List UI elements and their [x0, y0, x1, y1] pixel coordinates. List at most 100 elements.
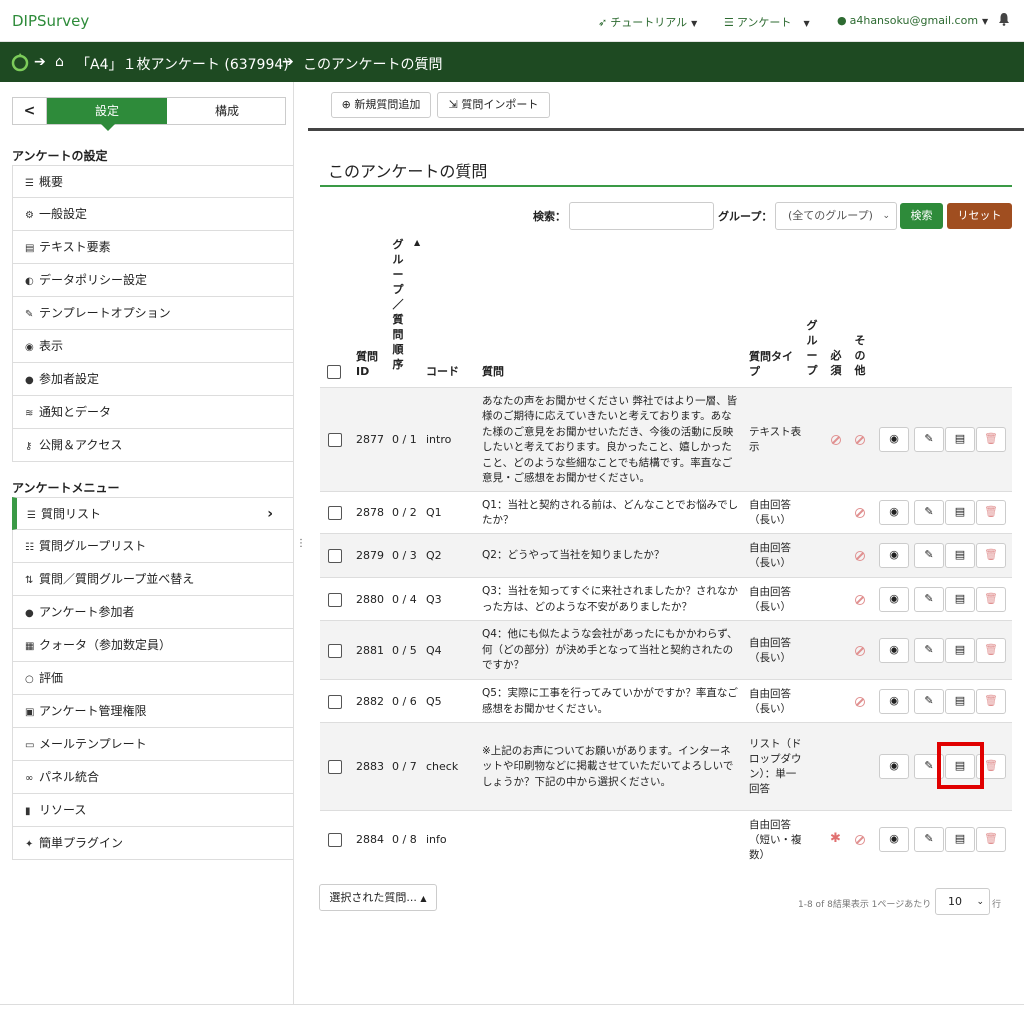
breadcrumb-survey[interactable]: 「A4」１枚アンケート (637994) [76, 54, 289, 74]
question-type: 自由回答（長い） [749, 687, 791, 715]
preview-button[interactable]: ◉ [879, 543, 909, 568]
list-icon: ☷ [25, 542, 34, 553]
preview-button[interactable]: ◉ [879, 754, 909, 779]
lock-icon: ▣ [25, 707, 35, 718]
sidebar-item-participants[interactable]: ● アンケート参加者 [12, 596, 294, 629]
delete-button[interactable]: 🗑 [976, 427, 1006, 452]
select-all-checkbox[interactable] [327, 365, 341, 379]
preview-button[interactable]: ◉ [879, 586, 909, 612]
delete-button[interactable]: 🗑 [976, 688, 1006, 714]
edit-button[interactable]: ✎ [914, 586, 944, 612]
question-order: 0 / 1 [392, 433, 417, 446]
summary-button[interactable]: ▤ [945, 500, 975, 525]
delete-button[interactable]: 🗑 [976, 500, 1006, 525]
summary-button[interactable]: ▤ [945, 543, 975, 568]
pencil-icon: ✎ [924, 548, 934, 561]
sidebar-item-reorder[interactable]: ⇅ 質問／質問グループ並べ替え [12, 563, 294, 596]
limesurvey-logo-icon[interactable] [10, 52, 30, 72]
sidebar-item-presentation[interactable]: ◉ 表示 [12, 330, 294, 363]
preview-button[interactable]: ◉ [879, 827, 909, 852]
page-size-select[interactable]: 10 ⌄ [935, 888, 990, 915]
row-checkbox[interactable] [328, 433, 342, 447]
tab-settings[interactable]: 設定 [47, 98, 167, 131]
sidebar-item-notifications[interactable]: ≋ 通知とデータ [12, 396, 294, 429]
sidebar-item-group-list[interactable]: ☷ 質問グループリスト [12, 530, 294, 563]
delete-button[interactable]: 🗑 [976, 637, 1006, 663]
sidebar-item-assessments[interactable]: ○ 評価 [12, 662, 294, 695]
search-button[interactable]: 検索 [900, 203, 943, 229]
sidebar-item-resources[interactable]: ▮ リソース [12, 794, 294, 827]
user-menu[interactable]: ● a4hansoku@gmail.com ▼ [837, 14, 988, 27]
brand-logo[interactable]: DIPSurvey [12, 12, 89, 30]
sidebar-resize-handle[interactable]: ⋮ [296, 538, 306, 549]
header-other[interactable]: その他 [853, 333, 867, 378]
preview-button[interactable]: ◉ [879, 688, 909, 714]
row-checkbox[interactable] [328, 643, 342, 658]
summary-button[interactable]: ▤ [945, 427, 975, 452]
edit-button[interactable]: ✎ [914, 543, 944, 568]
sidebar-item-plugins[interactable]: ✦ 簡単プラグイン [12, 827, 294, 860]
sidebar-item-panel-integration[interactable]: ∞ パネル統合 [12, 761, 294, 794]
delete-button[interactable]: 🗑 [976, 586, 1006, 612]
reset-button[interactable]: リセット [947, 203, 1012, 229]
sidebar-item-text-elements[interactable]: ▤ テキスト要素 [12, 231, 294, 264]
row-checkbox[interactable] [328, 760, 342, 774]
summary-button[interactable]: ▤ [945, 637, 975, 663]
edit-button[interactable]: ✎ [914, 427, 944, 452]
selected-questions-button[interactable]: 選択された質問... ▲ [319, 884, 437, 911]
surveys-menu[interactable]: ☰ アンケート ▼ [724, 14, 810, 30]
delete-button[interactable]: 🗑 [976, 827, 1006, 852]
header-group[interactable]: グループ [805, 318, 819, 378]
arrow-right-icon: ➔ [34, 54, 46, 70]
preview-button[interactable]: ◉ [879, 427, 909, 452]
header-code[interactable]: コード [426, 364, 459, 379]
pencil-icon: ✎ [924, 693, 934, 707]
list-alt-icon: ▦ [25, 641, 35, 652]
preview-button[interactable]: ◉ [879, 500, 909, 525]
sidebar-item-data-policy[interactable]: ◐ データポリシー設定 [12, 264, 294, 297]
header-order[interactable]: グループ／質問順序 [391, 237, 405, 372]
question-code: Q1 [426, 506, 442, 519]
header-type[interactable]: 質問タイプ [749, 349, 797, 379]
summary-button[interactable]: ▤ [945, 688, 975, 714]
home-icon[interactable]: ⌂ [55, 54, 64, 70]
group-select[interactable]: (全てのグループ) ⌄ [775, 202, 897, 230]
search-input[interactable] [569, 202, 714, 230]
edit-button[interactable]: ✎ [914, 500, 944, 525]
header-question[interactable]: 質問 [482, 364, 504, 379]
header-qid[interactable]: 質問 ID [356, 349, 382, 379]
collapse-sidebar-button[interactable]: < [13, 98, 47, 124]
edit-button[interactable]: ✎ [914, 688, 944, 714]
row-checkbox[interactable] [328, 506, 342, 520]
row-checkbox[interactable] [328, 833, 342, 847]
sidebar-item-participant-settings[interactable]: ● 参加者設定 [12, 363, 294, 396]
header-mandatory[interactable]: 必須 [829, 348, 843, 378]
sidebar-item-label: 公開＆アクセス [39, 438, 123, 452]
link-icon: ∞ [25, 773, 34, 784]
tutorial-menu[interactable]: ➶ チュートリアル ▼ [598, 14, 697, 30]
comment-icon: ○ [25, 674, 34, 685]
sidebar-item-general[interactable]: ⚙ 一般設定 [12, 198, 294, 231]
row-checkbox[interactable] [328, 694, 342, 709]
sidebar-item-label: テンプレートオプション [39, 306, 171, 320]
add-question-button[interactable]: ⊕ 新規質問追加 [331, 92, 431, 118]
tab-structure[interactable]: 構成 [167, 98, 287, 124]
sidebar-item-template-options[interactable]: ✎ テンプレートオプション [12, 297, 294, 330]
sidebar-item-permissions[interactable]: ▣ アンケート管理権限 [12, 695, 294, 728]
edit-button[interactable]: ✎ [914, 827, 944, 852]
bell-icon[interactable] [998, 12, 1010, 26]
import-question-button[interactable]: ⇲ 質問インポート [437, 92, 550, 118]
summary-button[interactable]: ▤ [945, 586, 975, 612]
edit-button[interactable]: ✎ [914, 637, 944, 663]
delete-button[interactable]: 🗑 [976, 543, 1006, 568]
sidebar-item-question-list[interactable]: ☰ 質問リスト › [12, 497, 294, 530]
row-checkbox[interactable] [328, 592, 342, 607]
sidebar-item-email-templates[interactable]: ▭ メールテンプレート [12, 728, 294, 761]
row-checkbox[interactable] [328, 549, 342, 563]
preview-button[interactable]: ◉ [879, 637, 909, 663]
sidebar-item-overview[interactable]: ☰ 概要 [12, 165, 294, 198]
sidebar-item-quotas[interactable]: ▦ クォータ（参加数定員） [12, 629, 294, 662]
eye-icon: ◉ [889, 693, 899, 707]
summary-button[interactable]: ▤ [945, 827, 975, 852]
sidebar-item-publication[interactable]: ⚷ 公開＆アクセス [12, 429, 294, 462]
